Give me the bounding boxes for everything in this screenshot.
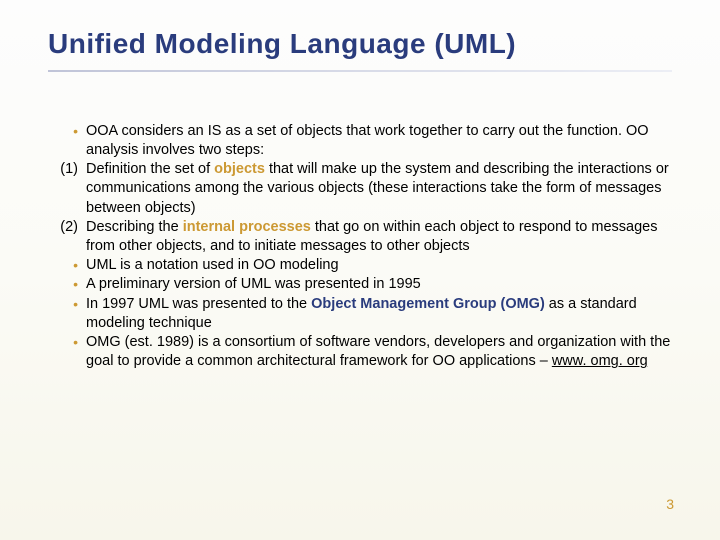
list-item-text: OMG (est. 1989) is a consortium of softw… [86,333,672,371]
number-marker: (1) [48,160,86,217]
list-item: •In 1997 UML was presented to the Object… [48,295,672,333]
bullet-marker: • [48,333,86,371]
title-gap [48,78,672,122]
list-item-text: A preliminary version of UML was present… [86,275,672,295]
text-kw-internal: internal processes [183,219,311,235]
list-item: (2)Describing the internal processes tha… [48,218,672,256]
page-number: 3 [666,496,674,512]
text-segment: OOA considers an IS as a set of objects … [86,123,649,158]
text-kw-objects: objects [214,161,265,177]
list-item-text: OOA considers an IS as a set of objects … [86,122,672,160]
list-item: (1)Definition the set of objects that wi… [48,160,672,217]
slide: Unified Modeling Language (UML) •OOA con… [0,0,720,540]
list-item: •OOA considers an IS as a set of objects… [48,122,672,160]
text-segment: UML is a notation used in OO modeling [86,257,339,273]
slide-content: •OOA considers an IS as a set of objects… [48,122,672,372]
list-item: •OMG (est. 1989) is a consortium of soft… [48,333,672,371]
bullet-marker: • [48,275,86,295]
list-item: •A preliminary version of UML was presen… [48,275,672,295]
text-link: www. omg. org [552,353,648,369]
bullet-marker: • [48,256,86,276]
text-kw-omg: Object Management Group (OMG) [311,296,545,312]
list-item-text: In 1997 UML was presented to the Object … [86,295,672,333]
text-segment: Definition the set of [86,161,214,177]
text-segment: In 1997 UML was presented to the [86,296,311,312]
list-item: •UML is a notation used in OO modeling [48,256,672,276]
bullet-marker: • [48,122,86,160]
text-segment: Describing the [86,219,183,235]
slide-title: Unified Modeling Language (UML) [48,28,672,60]
bullet-marker: • [48,295,86,333]
list-item-text: UML is a notation used in OO modeling [86,256,672,276]
list-item-text: Definition the set of objects that will … [86,160,672,217]
text-segment: A preliminary version of UML was present… [86,276,421,292]
number-marker: (2) [48,218,86,256]
title-underline [48,70,672,72]
list-item-text: Describing the internal processes that g… [86,218,672,256]
